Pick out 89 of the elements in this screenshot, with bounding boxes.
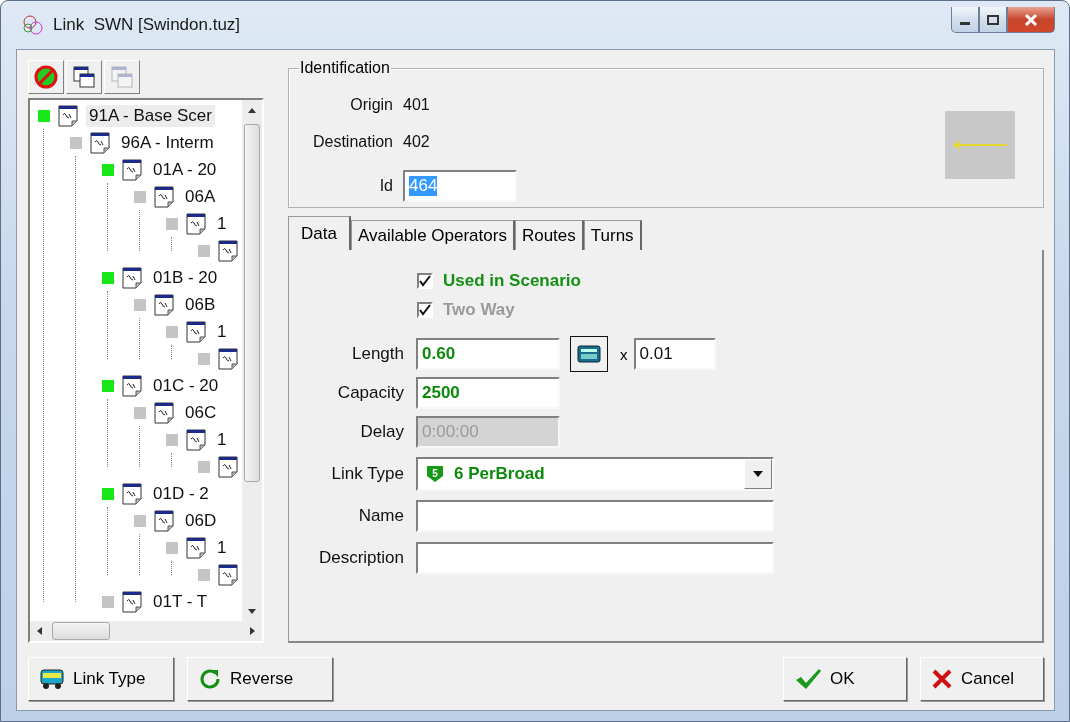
left-arrow-icon — [952, 140, 1008, 150]
id-label: Id — [378, 177, 393, 196]
checkbox-label: Two Way — [443, 300, 515, 320]
close-button[interactable] — [1007, 7, 1055, 33]
destination-value: 402 — [403, 133, 431, 151]
document-icon — [218, 455, 238, 478]
origin-value: 401 — [403, 95, 431, 114]
tab[interactable]: Available Operators — [350, 220, 515, 250]
toolbar-button[interactable] — [28, 60, 64, 94]
checkbox-label: Used in Scenario — [443, 271, 581, 291]
document-icon — [90, 131, 110, 154]
value-field[interactable]: 2500 — [416, 377, 560, 409]
bus-icon — [39, 668, 65, 690]
tab[interactable]: Routes — [514, 220, 584, 250]
tree-item[interactable]: 96A - Interm — [118, 131, 217, 154]
document-icon — [186, 428, 206, 451]
multiplier-field[interactable]: 0.01 — [633, 338, 716, 370]
document-icon — [58, 104, 78, 127]
field-label: Link Type — [330, 464, 404, 484]
dialog-button[interactable]: Reverse — [187, 657, 333, 701]
tree-item[interactable]: 06D — [182, 509, 220, 532]
calculator-button[interactable] — [570, 336, 608, 372]
field-label: Name — [357, 506, 404, 526]
minimize-button[interactable] — [951, 7, 979, 33]
dialog-button[interactable]: Link Type — [28, 657, 174, 701]
field-label: Capacity — [336, 383, 404, 403]
tree-item[interactable]: 91A - Base Scer — [86, 104, 215, 127]
destination-label: Destination — [311, 133, 393, 151]
document-icon — [122, 266, 142, 289]
close-icon — [931, 668, 953, 690]
tree-item[interactable]: 06B — [182, 293, 219, 316]
document-icon — [218, 347, 238, 370]
horizontal-scrollbar[interactable] — [30, 621, 262, 641]
dropdown-button[interactable] — [744, 459, 772, 489]
windows-icon — [72, 65, 96, 89]
windows-icon — [110, 65, 134, 89]
document-icon — [122, 158, 142, 181]
document-icon — [154, 185, 174, 208]
document-icon — [186, 320, 206, 343]
minimize-icon — [960, 22, 970, 25]
field-label: Delay — [359, 422, 404, 442]
vertical-scrollbar[interactable] — [242, 100, 262, 621]
document-icon — [122, 482, 142, 505]
tree-item[interactable]: 1 — [214, 536, 230, 559]
field-label: Description — [317, 548, 404, 568]
origin-label: Origin — [349, 95, 393, 114]
document-icon — [122, 590, 142, 613]
tree-item[interactable]: 06C — [182, 401, 220, 424]
toolbar-button[interactable] — [66, 60, 102, 94]
text-field[interactable] — [416, 542, 774, 574]
close-icon — [1024, 13, 1038, 26]
checkbox[interactable] — [417, 273, 433, 289]
tree-item[interactable]: 1 — [214, 428, 230, 451]
tree-item[interactable]: 1 — [214, 320, 230, 343]
tree-item[interactable]: 01D - 2 — [150, 482, 212, 505]
window-title: Link SWN [Swindon.tuz] — [53, 15, 242, 35]
link-type-dropdown[interactable]: 5 6 PerBroad — [416, 457, 774, 491]
shield-badge: 5 — [426, 465, 444, 483]
tree-item[interactable]: 06A — [182, 185, 219, 208]
document-icon — [186, 212, 206, 235]
length-field[interactable]: 0.60 — [416, 338, 560, 370]
document-icon — [154, 293, 174, 316]
tree-item[interactable]: 01C - 20 — [150, 374, 222, 397]
link-type-value: 6 PerBroad — [454, 464, 546, 484]
tab[interactable]: Data — [288, 216, 351, 250]
tree-item[interactable]: 01B - 20 — [150, 266, 221, 289]
maximize-button[interactable] — [979, 7, 1007, 33]
maximize-icon — [987, 14, 999, 25]
document-icon — [186, 536, 206, 559]
document-icon — [154, 509, 174, 532]
check-icon — [794, 667, 822, 691]
dialog-button[interactable]: OK — [783, 657, 907, 701]
document-icon — [218, 563, 238, 586]
dialog-button[interactable]: Cancel — [920, 657, 1044, 701]
calculator-icon — [577, 345, 601, 363]
no-entry-icon — [33, 64, 59, 90]
tab[interactable]: Turns — [583, 220, 642, 250]
tree-item[interactable]: 01T - T — [150, 590, 211, 613]
refresh-icon — [198, 667, 222, 691]
field-label: Length — [351, 344, 404, 364]
app-icon — [21, 14, 45, 36]
tree-item[interactable]: 01A - 20 — [150, 158, 220, 181]
text-field[interactable] — [416, 500, 774, 532]
document-icon — [218, 239, 238, 262]
caret-icon — [753, 471, 763, 477]
tree-item[interactable]: 1 — [214, 212, 230, 235]
document-icon — [154, 401, 174, 424]
document-icon — [122, 374, 142, 397]
multiply-sign: x — [620, 345, 628, 363]
